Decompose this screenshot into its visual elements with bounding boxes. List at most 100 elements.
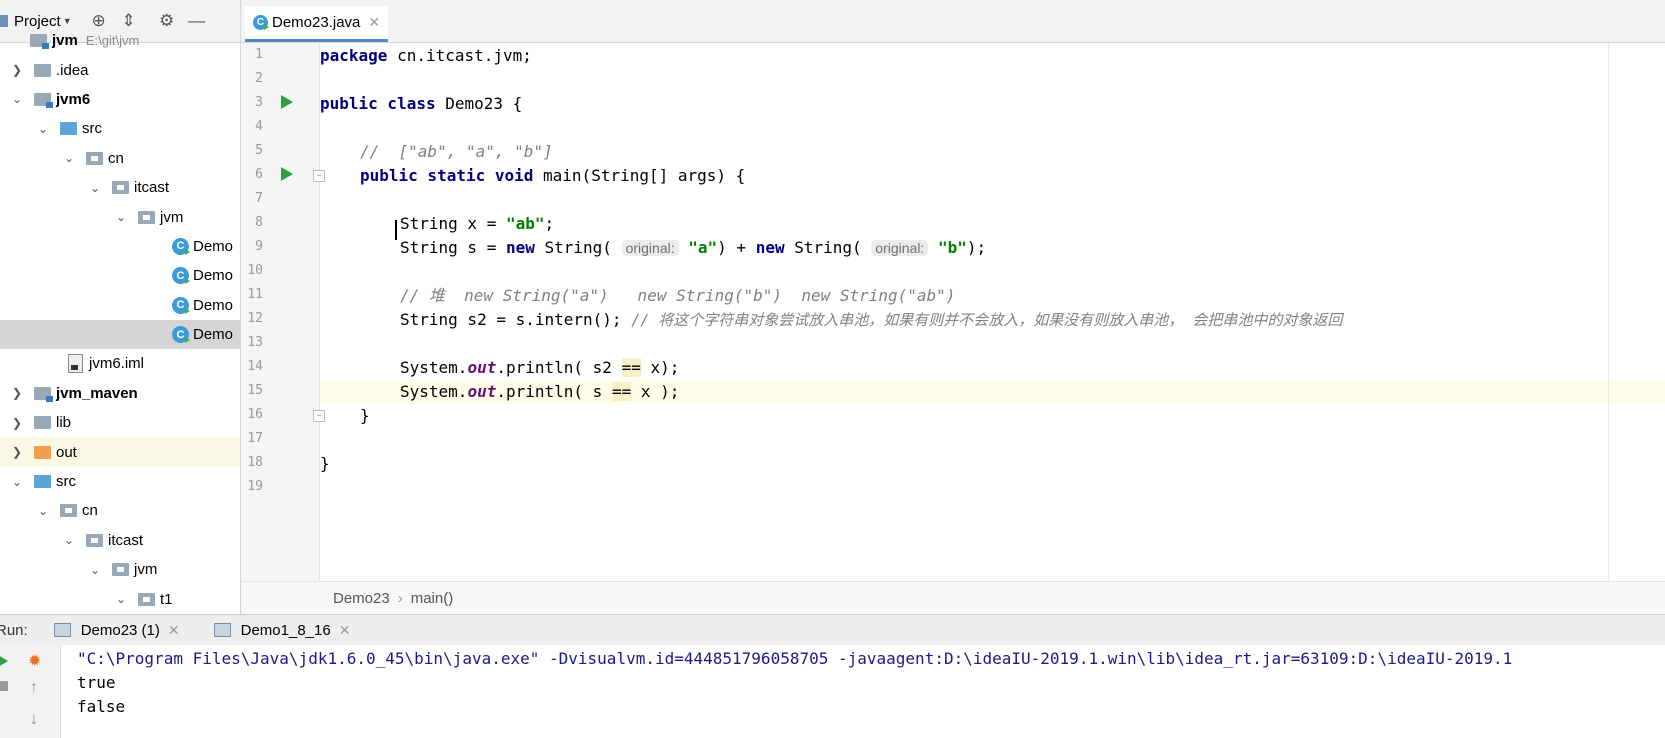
chevron-right-icon[interactable]: ❯ bbox=[10, 416, 24, 430]
tab-label: Demo23.java bbox=[272, 14, 361, 31]
chevron-down-icon[interactable]: ⌄ bbox=[10, 475, 24, 489]
line-number: 4 bbox=[255, 119, 263, 134]
line-number: 7 bbox=[255, 191, 263, 206]
breadcrumb-separator: › bbox=[397, 589, 403, 607]
run-toolbar: ✹ ↑ ↓ bbox=[0, 645, 61, 738]
code-line-12: String s2 = s.intern(); // 将这个字符串对象尝试放入串… bbox=[400, 310, 1343, 329]
package-icon bbox=[60, 504, 77, 518]
chevron-down-icon[interactable]: ⌄ bbox=[114, 210, 128, 224]
java-class-icon: C bbox=[253, 15, 269, 30]
line-number: 16 bbox=[247, 407, 263, 422]
chevron-down-icon[interactable]: ⌄ bbox=[36, 504, 50, 518]
chevron-down-icon[interactable]: ⌄ bbox=[36, 122, 50, 136]
run-config-icon bbox=[53, 623, 71, 637]
run-main-icon[interactable] bbox=[281, 167, 293, 181]
tree-item-label: src bbox=[82, 120, 102, 138]
folder-icon bbox=[34, 416, 51, 430]
tree-item-t1[interactable]: ⌄ t1 bbox=[0, 584, 240, 613]
breadcrumb-class[interactable]: Demo23 bbox=[333, 590, 390, 607]
tree-item-jvm-package[interactable]: ⌄ jvm bbox=[0, 555, 240, 584]
code-line-14: System.out.println( s2 == x); bbox=[400, 358, 680, 377]
tree-item-cn[interactable]: ⌄ cn bbox=[0, 144, 240, 173]
tree-item-src[interactable]: ⌄ src bbox=[0, 114, 240, 143]
tree-item-class[interactable]: C Demo bbox=[0, 232, 240, 261]
java-class-icon: C bbox=[172, 296, 190, 314]
tree-item-lib[interactable]: ❯ lib bbox=[0, 408, 240, 437]
close-icon[interactable]: ✕ bbox=[168, 622, 180, 639]
line-number: 12 bbox=[247, 311, 263, 326]
code-line-11: // 堆 new String("a") new String("b") new… bbox=[400, 286, 956, 305]
excluded-folder-icon bbox=[34, 445, 51, 459]
editor-gutter: 1 2 3 4 5 6 7 8 9 10 11 12 13 14 15 16 1… bbox=[241, 43, 325, 581]
parameter-hint: original: bbox=[621, 240, 679, 256]
line-number: 10 bbox=[247, 263, 263, 278]
breadcrumb-method[interactable]: main() bbox=[411, 590, 454, 607]
chevron-right-icon[interactable]: ❯ bbox=[10, 445, 24, 459]
line-number: 19 bbox=[247, 479, 263, 494]
run-tab-demo1-8-16[interactable]: Demo1_8_16 ✕ bbox=[213, 621, 351, 639]
arrow-up-icon[interactable]: ↑ bbox=[30, 679, 38, 697]
chevron-right-icon[interactable]: ❯ bbox=[10, 386, 24, 400]
chevron-down-icon[interactable]: ⌄ bbox=[88, 181, 102, 195]
tree-item-label: jvm bbox=[134, 561, 158, 579]
package-icon bbox=[138, 592, 155, 606]
right-margin-guide bbox=[1608, 43, 1609, 581]
tree-item-label: jvm bbox=[160, 208, 184, 226]
line-number: 17 bbox=[247, 431, 263, 446]
tree-item-jvm6[interactable]: ⌄ jvm6 bbox=[0, 85, 240, 114]
chevron-right-icon[interactable]: ❯ bbox=[10, 63, 24, 77]
chevron-down-icon[interactable]: ⌄ bbox=[62, 151, 76, 165]
console-output[interactable]: "C:\Program Files\Java\jdk1.6.0_45\bin\j… bbox=[61, 645, 1665, 738]
close-icon[interactable]: ✕ bbox=[368, 14, 380, 31]
chevron-down-icon[interactable]: ⌄ bbox=[10, 92, 24, 106]
chevron-down-icon[interactable]: ⌄ bbox=[62, 533, 76, 547]
code-line-5: // ["ab", "a", "b"] bbox=[360, 142, 553, 161]
tree-item-itcast[interactable]: ⌄ itcast bbox=[0, 173, 240, 202]
source-folder-icon bbox=[34, 475, 51, 489]
code-line-16: } bbox=[360, 406, 370, 425]
run-config-icon bbox=[213, 623, 231, 637]
arrow-down-icon[interactable]: ↓ bbox=[30, 711, 38, 729]
code-line-8: String x = "ab"; bbox=[400, 214, 555, 233]
tree-item-label: jvm bbox=[52, 32, 78, 50]
close-icon[interactable]: ✕ bbox=[339, 622, 351, 639]
run-class-icon[interactable] bbox=[281, 95, 293, 109]
tab-demo23-java[interactable]: C Demo23.java ✕ bbox=[245, 6, 389, 42]
chevron-down-icon[interactable]: ⌄ bbox=[114, 592, 128, 606]
tree-item-label: src bbox=[56, 473, 76, 491]
package-icon bbox=[86, 151, 103, 165]
debug-bug-icon[interactable]: ✹ bbox=[28, 651, 41, 671]
tree-item-label: lib bbox=[56, 414, 72, 432]
java-class-icon: C bbox=[172, 237, 190, 255]
tree-item-idea[interactable]: ❯ .idea bbox=[0, 55, 240, 84]
run-tab-demo23[interactable]: Demo23 (1) ✕ bbox=[53, 622, 180, 639]
chevron-down-icon[interactable]: ⌄ bbox=[88, 563, 102, 577]
java-class-icon: C bbox=[172, 267, 190, 285]
tree-item-label: Demo bbox=[193, 237, 234, 255]
tree-item-label: cn bbox=[108, 149, 124, 167]
line-number: 13 bbox=[247, 335, 263, 350]
tree-item-src-root[interactable]: ⌄ src bbox=[0, 467, 240, 496]
tree-item-iml[interactable]: jvm6.iml bbox=[0, 349, 240, 378]
java-class-icon: C bbox=[172, 326, 190, 344]
tree-item-label: out bbox=[56, 443, 77, 461]
console-line-output: false bbox=[77, 697, 126, 716]
tree-item-class[interactable]: C Demo bbox=[0, 291, 240, 320]
tree-item-jvm[interactable]: › jvm E:\git\jvm bbox=[0, 26, 240, 55]
tree-item-jvm-maven[interactable]: ❯ jvm_maven bbox=[0, 379, 240, 408]
tree-item-jvm-package[interactable]: ⌄ jvm bbox=[0, 202, 240, 231]
tree-item-class[interactable]: C Demo bbox=[0, 261, 240, 290]
stop-icon[interactable] bbox=[0, 681, 8, 691]
tree-item-out[interactable]: ❯ out bbox=[0, 437, 240, 467]
tree-item-label: Demo bbox=[193, 296, 234, 314]
tree-item-class-selected[interactable]: C Demo bbox=[0, 319, 240, 350]
tree-item-itcast[interactable]: ⌄ itcast bbox=[0, 526, 240, 555]
tree-item-label: jvm6.iml bbox=[89, 355, 144, 373]
chevron-down-icon[interactable]: ▼ bbox=[63, 16, 72, 26]
code-editor[interactable]: package cn.itcast.jvm; public class Demo… bbox=[320, 43, 1665, 581]
rerun-icon[interactable] bbox=[0, 655, 8, 667]
tree-item-cn[interactable]: ⌄ cn bbox=[0, 496, 240, 525]
tree-item-label: itcast bbox=[108, 531, 144, 549]
run-tab-label: Demo1_8_16 bbox=[240, 621, 331, 639]
tree-item-label: t1 bbox=[160, 590, 173, 608]
